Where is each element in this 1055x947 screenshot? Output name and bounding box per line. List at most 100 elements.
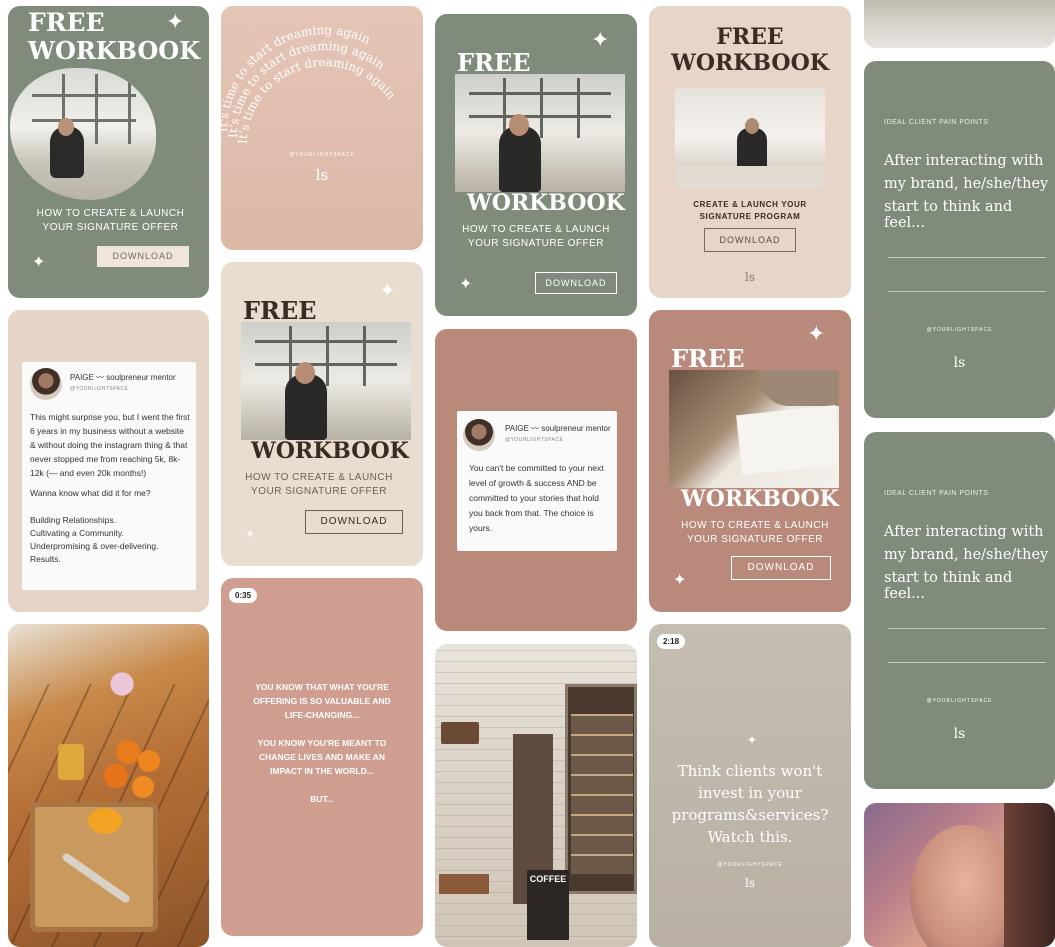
pin-card-tweet-committed[interactable]: PAIGE 〰 soulpreneur mentor @YOURLIGHTSPA… bbox=[435, 329, 637, 631]
avatar bbox=[30, 368, 62, 400]
sparkle-icon: ✦ bbox=[379, 278, 396, 302]
tweet-author: PAIGE 〰 soulpreneur mentor bbox=[70, 373, 176, 382]
video-text-2: invest in your bbox=[698, 784, 802, 802]
video-duration-badge: 0:35 bbox=[229, 588, 258, 603]
pin-subtitle-line1: HOW TO CREATE & LAUNCH bbox=[462, 224, 610, 235]
tweet-body-1: This might surprise you, but I went the … bbox=[30, 412, 190, 478]
pin-title-free: FREE bbox=[671, 344, 745, 373]
divider bbox=[888, 291, 1046, 292]
pin-headline-2: my brand, he/she/they bbox=[884, 176, 1049, 192]
brand-logo: ls bbox=[745, 876, 755, 890]
brand-logo: ls bbox=[745, 270, 755, 284]
video-text-4: Watch this. bbox=[707, 828, 793, 846]
download-button[interactable]: DOWNLOAD bbox=[305, 510, 403, 534]
pin-card-workbook-rose[interactable]: ✦ FREE WORKBOOK HOW TO CREATE & LAUNCH Y… bbox=[649, 310, 851, 612]
pin-headline-1: After interacting with bbox=[884, 524, 1044, 540]
video-text-1: Think clients won't bbox=[677, 762, 823, 780]
pin-headline-2: my brand, he/she/they bbox=[884, 547, 1049, 563]
sparkle-icon: ✦ bbox=[591, 28, 610, 53]
orange bbox=[104, 764, 128, 788]
video-text-4: YOU KNOW YOU'RE MEANT TO bbox=[257, 738, 387, 748]
pin-subtitle-line1: HOW TO CREATE & LAUNCH bbox=[245, 472, 393, 483]
tweet-body-3: Building Relationships. bbox=[30, 515, 116, 525]
tweet-body-2: Wanna know what did it for me? bbox=[30, 488, 151, 498]
pin-headline-3: start to think and feel... bbox=[884, 570, 1013, 602]
download-button[interactable]: DOWNLOAD bbox=[704, 228, 796, 252]
orange-half bbox=[88, 808, 122, 834]
pin-card-photo-portrait[interactable] bbox=[864, 803, 1055, 947]
orange bbox=[116, 740, 140, 764]
pin-card-workbook-cream[interactable]: ✦ FREE WORKBOOK HOW TO CREATE & LAUNCH Y… bbox=[221, 262, 423, 566]
glass bbox=[58, 744, 84, 780]
pin-card-pain-points[interactable]: IDEAL CLIENT PAIN POINTS After interacti… bbox=[864, 61, 1055, 418]
orange bbox=[138, 750, 160, 772]
tweet-handle: @YOURLIGHTSPACE bbox=[505, 437, 564, 443]
pin-title-workbook: WORKBOOK bbox=[251, 438, 409, 464]
pin-title-free: FREE bbox=[716, 24, 784, 50]
download-button[interactable]: DOWNLOAD bbox=[535, 272, 617, 294]
tweet-body-6: Results. bbox=[30, 554, 61, 564]
pin-title-free: FREE bbox=[243, 296, 317, 325]
video-text-5: CHANGE LIVES AND MAKE AN bbox=[259, 752, 385, 762]
flowers bbox=[102, 664, 142, 704]
pin-card-video-clients[interactable]: 2:18 ✦ Think clients won't invest in you… bbox=[649, 624, 851, 947]
pin-card-workbook-sage[interactable]: FREE WORKBOOK ✦ HOW TO CREATE & LAUNCH Y… bbox=[8, 6, 209, 298]
pin-subtitle-line2: YOUR SIGNATURE OFFER bbox=[42, 222, 179, 233]
pin-card-workbook-signature[interactable]: FREE WORKBOOK CREATE & LAUNCH YOUR SIGNA… bbox=[649, 6, 851, 298]
brand-logo: ls bbox=[315, 166, 329, 184]
handle-text: @YOURLIGHTSPACE bbox=[289, 152, 355, 158]
video-text-7: BUT... bbox=[310, 794, 334, 804]
brand-logo: ls bbox=[953, 355, 966, 371]
video-duration-badge: 2:18 bbox=[657, 634, 686, 649]
tweet-body-4: Cultivating a Community. bbox=[30, 528, 124, 538]
arc-text-graphic: It's time to start dreaming again It's t… bbox=[221, 23, 399, 144]
pin-card-photo-oranges[interactable] bbox=[8, 624, 209, 947]
pin-photo-writing-desk bbox=[669, 370, 839, 488]
pin-subtitle-line2: YOUR SIGNATURE OFFER bbox=[468, 238, 604, 249]
pin-label: IDEAL CLIENT PAIN POINTS bbox=[884, 119, 989, 126]
handle-text: @YOURLIGHTSPACE bbox=[717, 862, 783, 868]
pin-card-video-offering[interactable]: 0:35 YOU KNOW THAT WHAT YOU'RE OFFERING … bbox=[221, 578, 423, 936]
pin-subtitle-line1: HOW TO CREATE & LAUNCH bbox=[36, 208, 185, 219]
sparkle-icon: ✦ bbox=[32, 252, 46, 271]
pin-title-workbook: WORKBOOK bbox=[28, 36, 201, 65]
hair bbox=[1004, 803, 1055, 947]
pin-card-pain-points-2[interactable]: IDEAL CLIENT PAIN POINTS After interacti… bbox=[864, 432, 1055, 789]
pin-card-dreaming[interactable]: It's time to start dreaming again It's t… bbox=[221, 6, 423, 250]
pin-card-photo-storefront[interactable]: COFFEE bbox=[435, 644, 637, 947]
orange bbox=[132, 776, 154, 798]
sparkle-icon: ✦ bbox=[245, 527, 256, 541]
video-text-3: programs&services? bbox=[671, 806, 829, 824]
pin-photo-woman-laptop bbox=[675, 88, 825, 188]
coffee-sign: COFFEE bbox=[527, 870, 569, 940]
pin-headline-1: After interacting with bbox=[884, 153, 1044, 169]
pin-subtitle-line2: YOUR SIGNATURE OFFER bbox=[251, 486, 387, 497]
tweet-body-5: Underpromising & over-delivering. bbox=[30, 541, 159, 551]
tweet-handle: @YOURLIGHTSPACE bbox=[70, 386, 129, 392]
divider bbox=[888, 257, 1046, 258]
pin-card-tweet-surprise[interactable]: PAIGE 〰 soulpreneur mentor @YOURLIGHTSPA… bbox=[8, 310, 209, 612]
brand-logo: ls bbox=[953, 726, 966, 742]
sparkle-icon: ✦ bbox=[807, 322, 826, 347]
pin-card-workbook-sage-2[interactable]: ✦ FREE WORKBOOK HOW TO CREATE & LAUNCH Y… bbox=[435, 14, 637, 316]
pin-card-photo-top-partial[interactable] bbox=[864, 0, 1055, 48]
video-text-3: LIFE-CHANGING... bbox=[284, 710, 360, 720]
pin-subtitle-line1: HOW TO CREATE & LAUNCH bbox=[681, 520, 829, 531]
download-button[interactable]: DOWNLOAD bbox=[731, 556, 831, 580]
divider bbox=[888, 662, 1046, 663]
video-text-1: YOU KNOW THAT WHAT YOU'RE bbox=[255, 682, 389, 692]
shop-shelves bbox=[571, 714, 633, 874]
divider bbox=[888, 628, 1046, 629]
pin-label: IDEAL CLIENT PAIN POINTS bbox=[884, 490, 989, 497]
tweet-author: PAIGE 〰 soulpreneur mentor bbox=[505, 424, 611, 433]
download-button[interactable]: DOWNLOAD bbox=[97, 246, 189, 267]
video-text-2: OFFERING IS SO VALUABLE AND bbox=[253, 696, 391, 706]
sparkle-icon: ✦ bbox=[459, 274, 473, 293]
sparkle-icon: ✦ bbox=[673, 570, 687, 589]
sparkle-icon: ✦ bbox=[166, 10, 185, 35]
pin-title-free: FREE bbox=[457, 48, 531, 77]
handle-text: @YOURLIGHTSPACE bbox=[926, 327, 993, 333]
pin-photo-woman-phone bbox=[241, 322, 411, 440]
pin-photo-woman-phone bbox=[455, 74, 625, 192]
avatar bbox=[463, 419, 495, 451]
